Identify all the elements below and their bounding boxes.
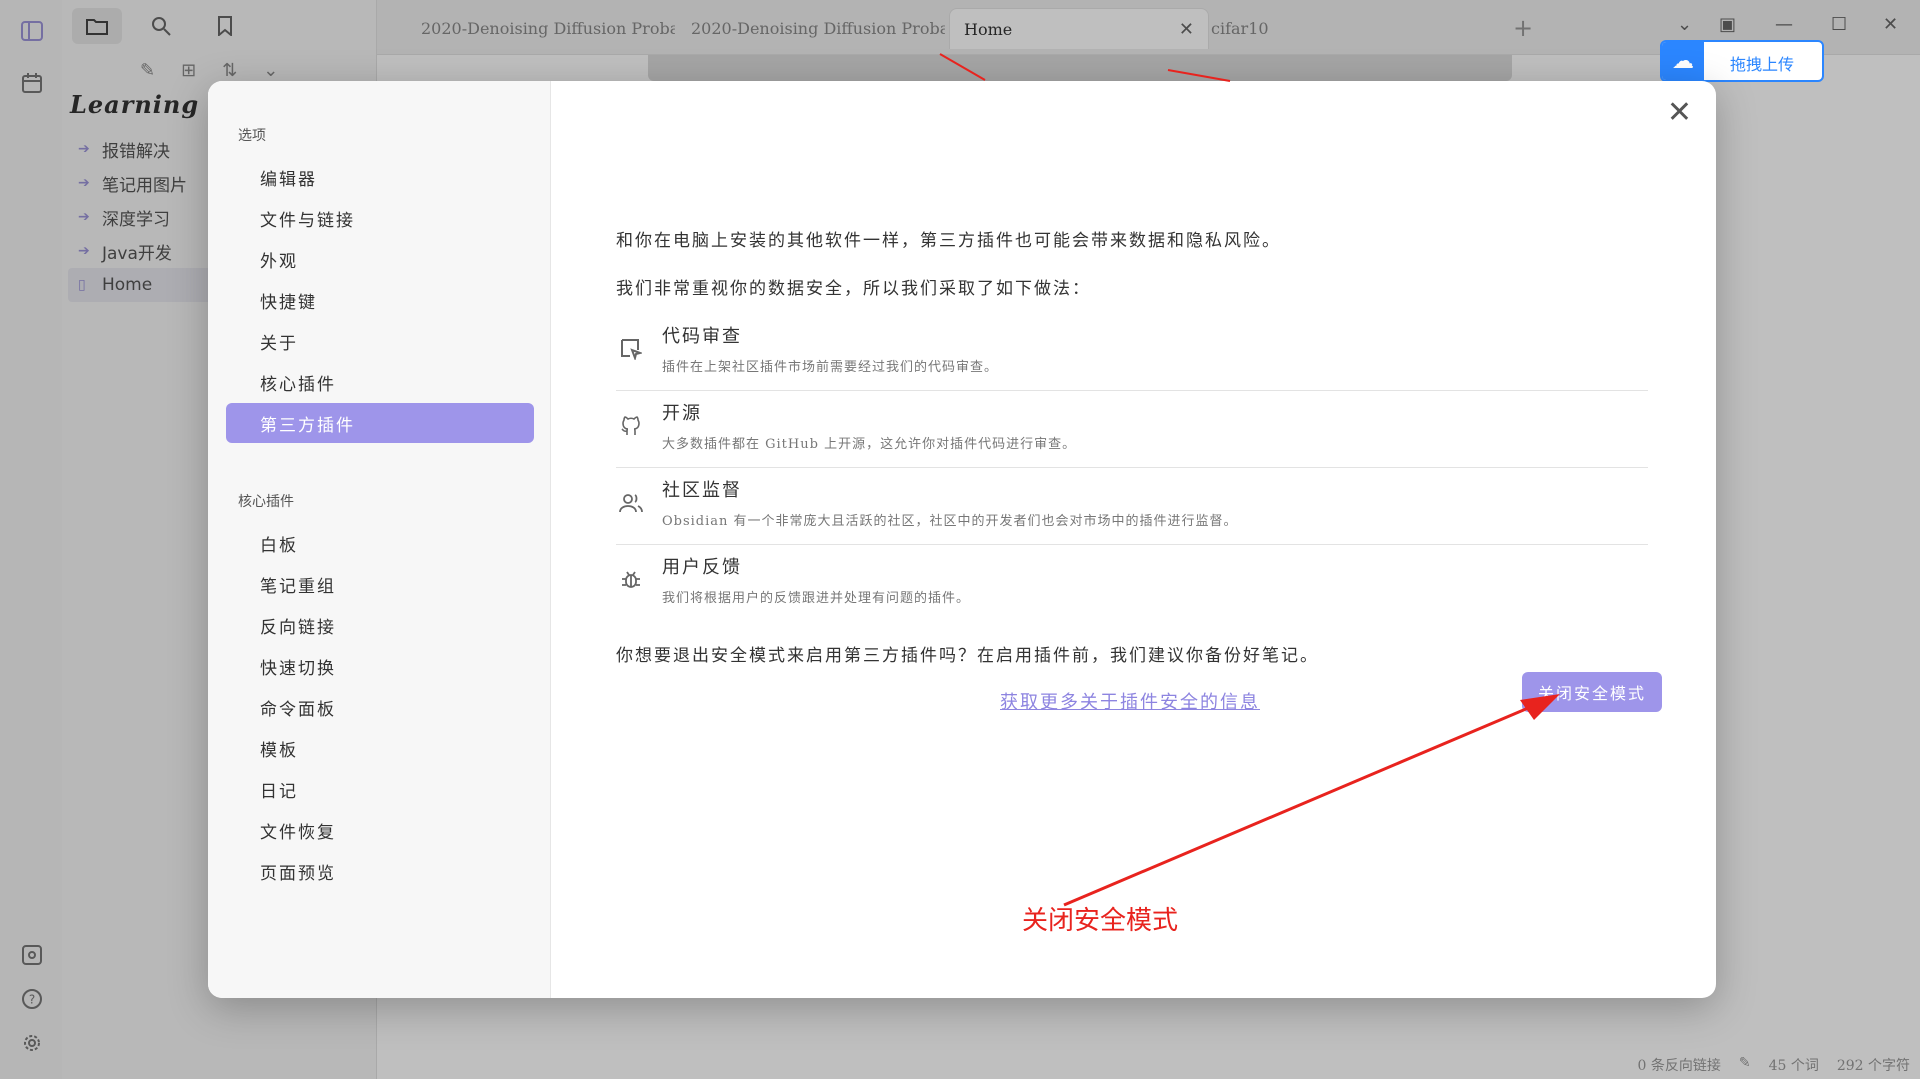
feature-desc: Obsidian 有一个非常庞大且活跃的社区，社区中的开发者们也会对市场中的插件… <box>662 514 1238 529</box>
nav-editor[interactable]: 编辑器 <box>226 157 534 197</box>
feature-desc: 我们将根据用户的反馈跟进并处理有问题的插件。 <box>662 591 971 606</box>
nav-core-plugins[interactable]: 核心插件 <box>226 362 534 402</box>
feature-title: 代码审查 <box>662 326 742 347</box>
upload-label: 拖拽上传 <box>1730 55 1795 74</box>
nav-note-composer[interactable]: 笔记重组 <box>226 564 534 604</box>
bug-icon <box>618 567 644 593</box>
nav-backlinks[interactable]: 反向链接 <box>226 605 534 645</box>
intro-text-2: 我们非常重视你的数据安全，所以我们采取了如下做法： <box>616 279 1091 299</box>
feature-title: 社区监督 <box>662 480 742 501</box>
nav-community-plugins[interactable]: 第三方插件 <box>226 403 534 443</box>
nav-group-options: 选项 <box>238 128 266 144</box>
nav-file-recovery[interactable]: 文件恢复 <box>226 810 534 850</box>
settings-nav: 选项 编辑器 文件与链接 外观 快捷键 关于 核心插件 第三方插件 核心插件 白… <box>208 81 551 998</box>
intro-text-1: 和你在电脑上安装的其他软件一样，第三方插件也可能会带来数据和隐私风险。 <box>616 231 1281 251</box>
feature-code-review: 代码审查 插件在上架社区插件市场前需要经过我们的代码审查。 <box>616 314 1648 391</box>
question-text: 你想要退出安全模式来启用第三方插件吗？在启用插件前，我们建议你备份好笔记。 <box>616 646 1319 666</box>
code-review-icon <box>618 336 644 362</box>
feature-community-review: 社区监督 Obsidian 有一个非常庞大且活跃的社区，社区中的开发者们也会对市… <box>616 468 1648 545</box>
baidu-cloud-icon: ☁ <box>1662 42 1704 80</box>
nav-canvas[interactable]: 白板 <box>226 523 534 563</box>
nav-templates[interactable]: 模板 <box>226 728 534 768</box>
modal-close-icon[interactable]: ✕ <box>1667 95 1692 130</box>
feature-desc: 大多数插件都在 GitHub 上开源，这允许你对插件代码进行审查。 <box>662 437 1077 452</box>
feature-user-feedback: 用户反馈 我们将根据用户的反馈跟进并处理有问题的插件。 <box>616 545 1648 621</box>
feature-title: 开源 <box>662 403 702 424</box>
nav-hotkeys[interactable]: 快捷键 <box>226 280 534 320</box>
users-icon <box>618 490 644 516</box>
feature-open-source: 开源 大多数插件都在 GitHub 上开源，这允许你对插件代码进行审查。 <box>616 391 1648 468</box>
feature-desc: 插件在上架社区插件市场前需要经过我们的代码审查。 <box>662 360 999 375</box>
feature-title: 用户反馈 <box>662 557 742 578</box>
github-icon <box>618 413 644 439</box>
settings-modal: 选项 编辑器 文件与链接 外观 快捷键 关于 核心插件 第三方插件 核心插件 白… <box>208 81 1716 998</box>
nav-command-palette[interactable]: 命令面板 <box>226 687 534 727</box>
nav-about[interactable]: 关于 <box>226 321 534 361</box>
turn-off-restricted-mode-button[interactable]: 关闭安全模式 <box>1522 672 1662 712</box>
baidu-upload-widget[interactable]: ☁ 拖拽上传 <box>1660 40 1824 82</box>
nav-appearance[interactable]: 外观 <box>226 239 534 279</box>
nav-page-preview[interactable]: 页面预览 <box>226 851 534 891</box>
annotation-label: 关闭安全模式 <box>1022 906 1179 936</box>
nav-daily-notes[interactable]: 日记 <box>226 769 534 809</box>
nav-group-core-plugins: 核心插件 <box>238 494 294 510</box>
nav-files-links[interactable]: 文件与链接 <box>226 198 534 238</box>
plugin-security-link[interactable]: 获取更多关于插件安全的信息 <box>1000 688 1260 714</box>
nav-quick-switcher[interactable]: 快速切换 <box>226 646 534 686</box>
